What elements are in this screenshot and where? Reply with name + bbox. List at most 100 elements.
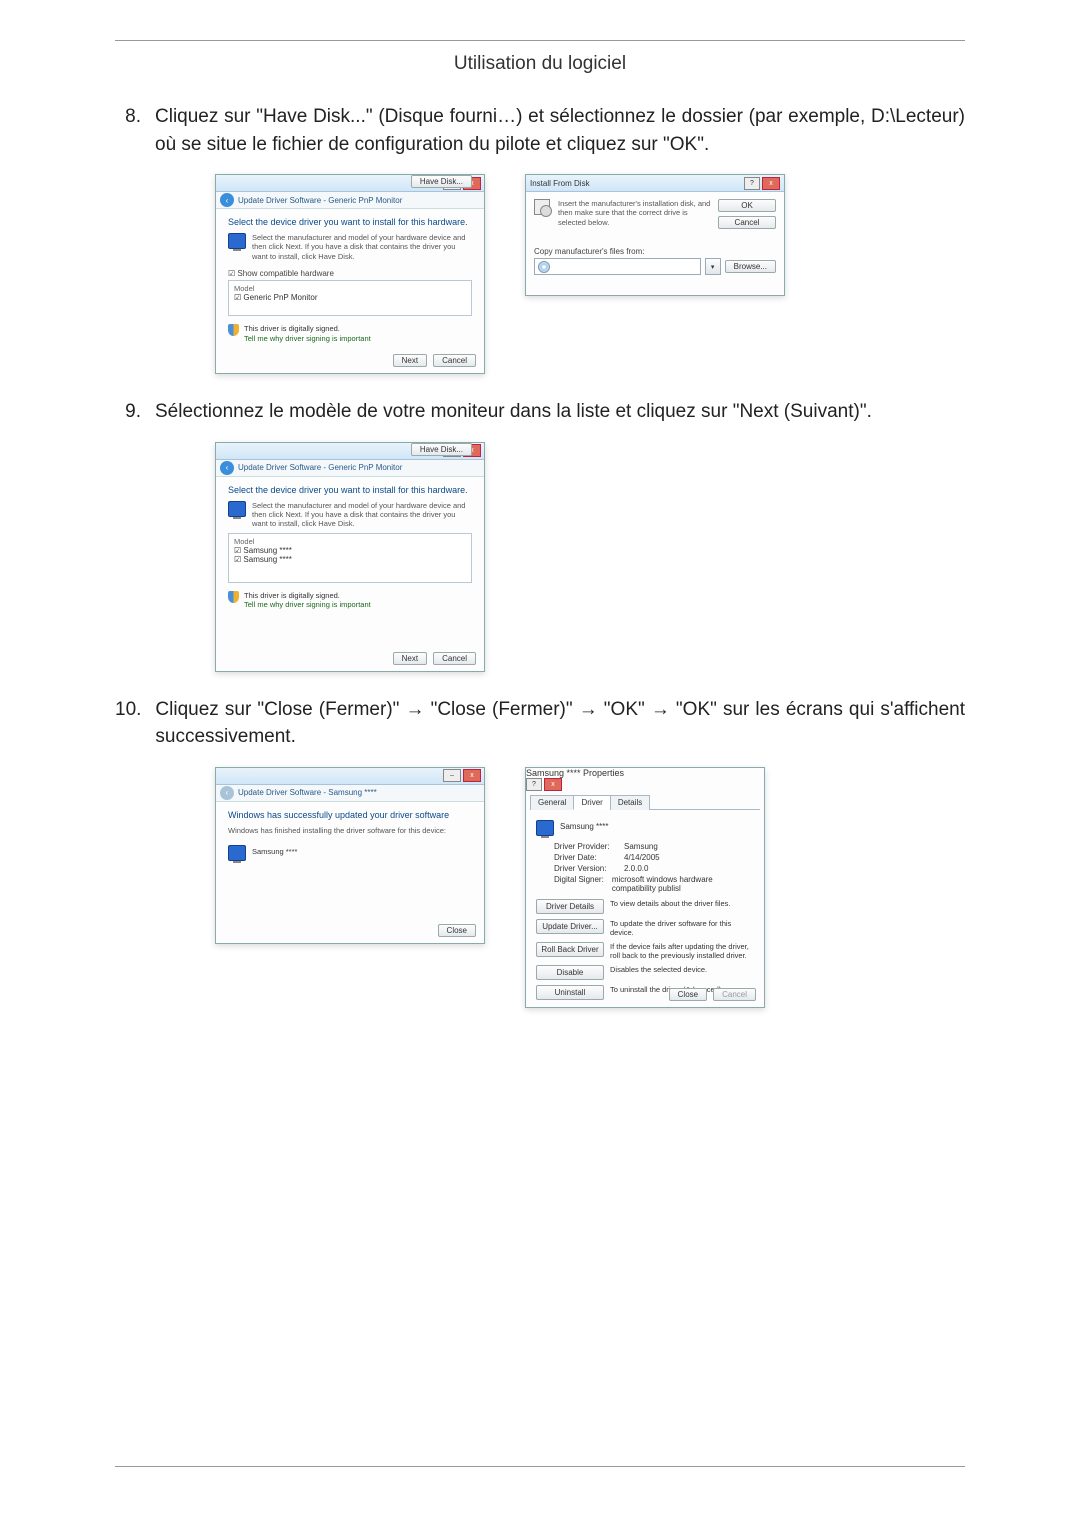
cancel-button[interactable]: Cancel — [433, 652, 476, 665]
show-compatible-checkbox[interactable]: ☑ Show compatible hardware — [228, 269, 472, 278]
cd-icon — [538, 261, 550, 273]
have-disk-button[interactable]: Have Disk... — [411, 443, 472, 456]
ok-button[interactable]: OK — [718, 199, 776, 212]
monitor-icon — [536, 820, 554, 836]
help-icon[interactable]: ? — [526, 778, 542, 791]
tab-strip: General Driver Details — [530, 794, 760, 810]
properties-dialog: Samsung **** Properties ? x General Driv… — [525, 767, 765, 1008]
disable-desc: Disables the selected device. — [610, 965, 754, 974]
success-window: – x ‹ Update Driver Software - Samsung *… — [215, 767, 485, 944]
page-title: Utilisation du logiciel — [115, 53, 965, 75]
update-driver-window: – x ‹ Update Driver Software - Generic P… — [215, 174, 485, 374]
header-rule — [115, 40, 965, 41]
step-9: 9. Sélectionnez le modèle de votre monit… — [115, 398, 965, 672]
tab-general[interactable]: General — [530, 795, 574, 810]
list-header: Model — [234, 284, 466, 293]
disable-button[interactable]: Disable — [536, 965, 604, 980]
dialog-title: Samsung **** Properties — [526, 768, 624, 778]
close-icon[interactable]: x — [544, 778, 562, 791]
version-label: Driver Version: — [554, 864, 624, 873]
update-driver-desc: To update the driver software for this d… — [610, 919, 754, 937]
date-value: 4/14/2005 — [624, 853, 660, 862]
footer-rule — [115, 1466, 965, 1467]
next-button[interactable]: Next — [393, 652, 427, 665]
signed-text: This driver is digitally signed. — [244, 591, 371, 600]
select-model-window: – x ‹ Update Driver Software - Generic P… — [215, 442, 485, 672]
step-8-text: Cliquez sur "Have Disk..." (Disque fourn… — [155, 103, 965, 158]
signed-text: This driver is digitally signed. — [244, 324, 371, 333]
device-name: Samsung **** — [560, 820, 608, 831]
minimize-icon[interactable]: – — [443, 769, 461, 782]
titlebar: Samsung **** Properties ? x — [526, 768, 764, 791]
back-icon: ‹ — [220, 786, 234, 800]
disk-icon — [534, 199, 552, 217]
breadcrumb: ‹ Update Driver Software - Generic PnP M… — [216, 192, 484, 209]
close-icon[interactable]: x — [762, 177, 780, 190]
signing-info-link[interactable]: Tell me why driver signing is important — [244, 334, 371, 343]
close-button[interactable]: Close — [669, 988, 707, 1001]
breadcrumb-text: Update Driver Software - Generic PnP Mon… — [238, 196, 402, 205]
breadcrumb-text: Update Driver Software - Generic PnP Mon… — [238, 463, 402, 472]
breadcrumb: ‹ Update Driver Software - Samsung **** — [216, 785, 484, 802]
drive-combobox[interactable] — [534, 258, 701, 275]
dialog-heading: Select the device driver you want to ins… — [228, 485, 472, 495]
provider-value: Samsung — [624, 842, 658, 851]
cancel-button: Cancel — [713, 988, 756, 1001]
install-disk-message: Insert the manufacturer's installation d… — [558, 199, 712, 227]
rollback-driver-desc: If the device fails after updating the d… — [610, 942, 754, 960]
close-icon[interactable]: x — [463, 769, 481, 782]
step-8: 8. Cliquez sur "Have Disk..." (Disque fo… — [115, 103, 965, 374]
signing-info-link[interactable]: Tell me why driver signing is important — [244, 600, 371, 609]
uninstall-button[interactable]: Uninstall — [536, 985, 604, 1000]
step-8-number: 8. — [115, 103, 141, 131]
step-9-number: 9. — [115, 398, 141, 426]
update-driver-button[interactable]: Update Driver... — [536, 919, 604, 934]
document-page: Utilisation du logiciel 8. Cliquez sur "… — [0, 0, 1080, 1527]
driver-details-button[interactable]: Driver Details — [536, 899, 604, 914]
driver-details-desc: To view details about the driver files. — [610, 899, 754, 908]
tab-details[interactable]: Details — [610, 795, 650, 810]
back-icon[interactable]: ‹ — [220, 461, 234, 475]
list-item: ☑ Samsung **** — [234, 546, 466, 555]
success-description: Windows has finished installing the driv… — [228, 826, 472, 835]
shield-icon — [228, 591, 239, 603]
shield-icon — [228, 324, 239, 336]
copy-from-label: Copy manufacturer's files from: — [534, 247, 776, 256]
rollback-driver-button[interactable]: Roll Back Driver — [536, 942, 604, 957]
breadcrumb-text: Update Driver Software - Samsung **** — [238, 788, 377, 797]
have-disk-button[interactable]: Have Disk... — [411, 175, 472, 188]
monitor-icon — [228, 845, 246, 861]
list-header: Model — [234, 537, 466, 546]
close-button[interactable]: Close — [438, 924, 476, 937]
list-item: ☑ Samsung **** — [234, 555, 466, 564]
tab-driver[interactable]: Driver — [573, 795, 610, 810]
dialog-description: Select the manufacturer and model of you… — [252, 233, 472, 261]
titlebar: Install From Disk ? x — [526, 175, 784, 192]
browse-button[interactable]: Browse... — [725, 260, 776, 273]
monitor-icon — [228, 233, 246, 249]
cancel-button[interactable]: Cancel — [718, 216, 776, 229]
date-label: Driver Date: — [554, 853, 624, 862]
install-from-disk-dialog: Install From Disk ? x Insert the manufac… — [525, 174, 785, 296]
back-icon[interactable]: ‹ — [220, 193, 234, 207]
device-name: Samsung **** — [252, 845, 297, 856]
cancel-button[interactable]: Cancel — [433, 354, 476, 367]
success-heading: Windows has successfully updated your dr… — [228, 810, 472, 820]
breadcrumb: ‹ Update Driver Software - Generic PnP M… — [216, 460, 484, 477]
provider-label: Driver Provider: — [554, 842, 624, 851]
list-item: ☑ Generic PnP Monitor — [234, 293, 466, 302]
step-10: 10. Cliquez sur "Close (Fermer)" → "Clos… — [115, 696, 965, 1008]
model-listbox[interactable]: Model ☑ Samsung **** ☑ Samsung **** — [228, 533, 472, 583]
dialog-title: Install From Disk — [530, 179, 590, 188]
next-button[interactable]: Next — [393, 354, 427, 367]
dropdown-icon[interactable]: ▾ — [705, 258, 721, 275]
step-10-text: Cliquez sur "Close (Fermer)" → "Close (F… — [155, 696, 965, 751]
signer-value: microsoft windows hardware compatibility… — [612, 875, 754, 893]
signer-label: Digital Signer: — [554, 875, 612, 893]
help-icon[interactable]: ? — [744, 177, 760, 190]
model-listbox[interactable]: Model ☑ Generic PnP Monitor — [228, 280, 472, 316]
monitor-icon — [228, 501, 246, 517]
step-9-text: Sélectionnez le modèle de votre moniteur… — [155, 398, 965, 426]
dialog-description: Select the manufacturer and model of you… — [252, 501, 472, 529]
titlebar: – x — [216, 768, 484, 785]
